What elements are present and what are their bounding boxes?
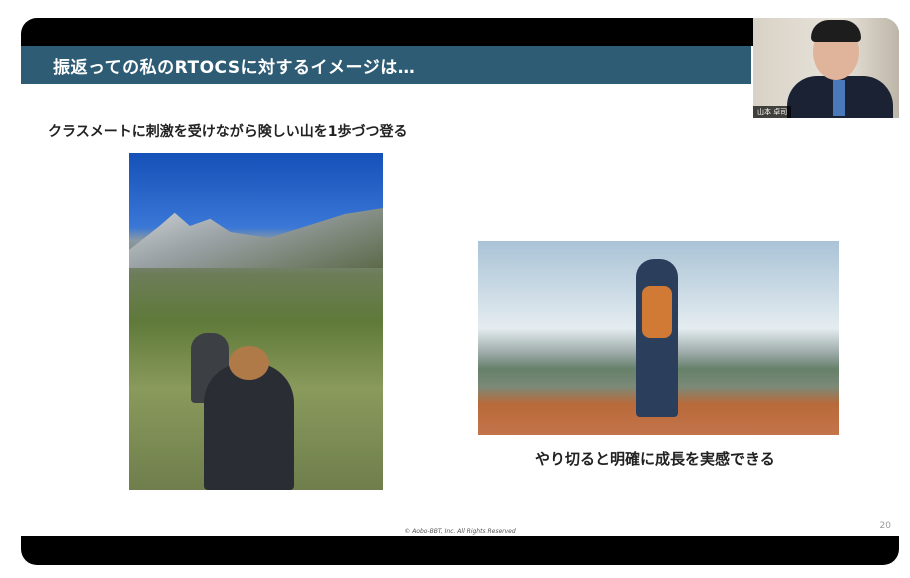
participant-tie [833, 80, 845, 116]
photo-caption: やり切ると明確に成長を実感できる [535, 450, 775, 468]
participant-name-label: 山本 卓司 [753, 106, 792, 118]
mountain-shape [129, 208, 383, 268]
summit-photo [478, 241, 839, 435]
shared-slide: 振返っての私のRTOCSに対するイメージは… クラスメートに刺激を受けながら険し… [21, 46, 899, 536]
hiking-photo [129, 153, 383, 490]
page-number: 20 [879, 521, 891, 531]
meeting-window: 振返っての私のRTOCSに対するイメージは… クラスメートに刺激を受けながら険し… [21, 18, 899, 565]
participant-video-tile[interactable]: 山本 卓司 [753, 18, 899, 118]
hiker-hair [229, 346, 269, 380]
copyright-notice: © Aobo-BBT, Inc. All Rights Reserved [404, 528, 516, 535]
slide-subtitle: クラスメートに刺激を受けながら険しい山を1歩づつ登る [48, 124, 408, 140]
slide-title-bar: 振返っての私のRTOCSに対するイメージは… [21, 46, 751, 84]
hiker-figure [204, 363, 294, 490]
slide-title: 振返っての私のRTOCSに対するイメージは… [53, 58, 416, 78]
summit-person [636, 259, 678, 417]
participant-hair [811, 20, 861, 42]
summit-backpack [642, 286, 672, 338]
